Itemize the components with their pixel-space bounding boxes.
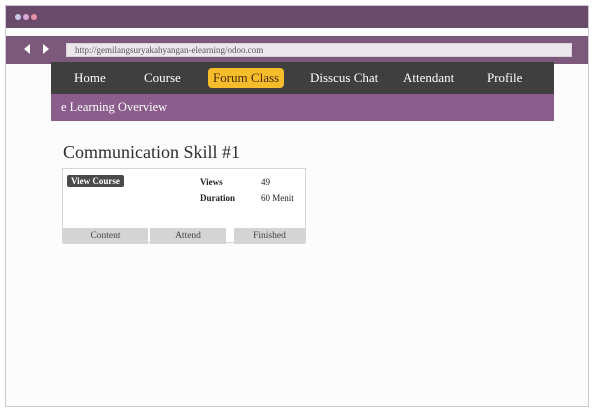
address-bar: http://gemilangsuryakahyangan-elearning/… [6,36,588,64]
url-field[interactable]: http://gemilangsuryakahyangan-elearning/… [66,43,572,57]
views-value: 49 [261,177,270,187]
window-control-dot[interactable] [15,14,21,20]
tab-attend[interactable]: Attend [150,228,226,244]
menu-item-forum-class[interactable]: Forum Class [208,68,285,88]
forward-arrow-icon[interactable] [43,44,49,54]
duration-label: Duration [200,193,236,203]
menu-item-attendant[interactable]: Attendant [403,68,454,88]
course-card: View Course Views 49 Duration 60 Menit C… [62,168,306,244]
back-arrow-icon[interactable] [24,44,30,54]
menu-item-profile[interactable]: Profile [487,68,522,88]
menu-item-disscus-chat[interactable]: Disscus Chat [310,68,378,88]
menu-item-home[interactable]: Home [74,68,106,88]
window-control-dot[interactable] [23,14,29,20]
window-control-dot[interactable] [31,14,37,20]
tab-finished[interactable]: Finished [234,228,305,244]
views-label: Views [200,177,223,187]
course-title: Communication Skill #1 [63,142,241,162]
main-menu: Home Course Forum Class Disscus Chat Att… [51,62,554,94]
duration-value: 60 Menit [261,193,294,203]
title-bar [6,6,588,28]
view-course-button[interactable]: View Course [67,175,124,187]
section-header: e Learning Overview [51,94,554,121]
menu-item-course[interactable]: Course [144,68,181,88]
tab-content[interactable]: Content [63,228,148,244]
browser-window: http://gemilangsuryakahyangan-elearning/… [5,5,589,407]
